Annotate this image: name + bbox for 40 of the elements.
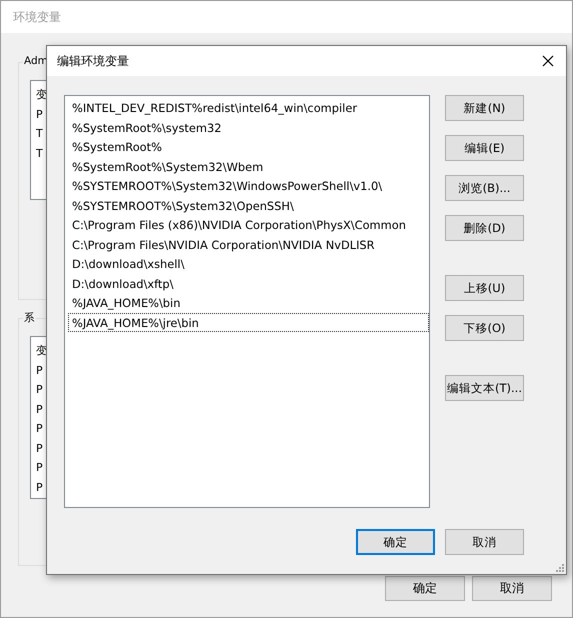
group-label: 系 <box>23 311 36 325</box>
path-item[interactable]: D:\download\xftp\ <box>68 274 429 293</box>
path-item[interactable]: D:\download\xshell\ <box>68 254 429 274</box>
path-item[interactable]: %SYSTEMROOT%\System32\WindowsPowerShell\v1.0\ <box>68 176 429 196</box>
dialog-title: 编辑环境变量 <box>57 52 129 70</box>
path-item[interactable]: %SystemRoot%\system32 <box>68 118 429 137</box>
list-item[interactable]: P <box>36 438 43 458</box>
resize-grip-icon[interactable] <box>556 564 564 572</box>
path-item[interactable]: C:\Program Files\NVIDIA Corporation\NVIDIA NvDLISR <box>68 234 429 254</box>
dialog-button[interactable]: 取消 <box>472 576 552 601</box>
list-item[interactable]: P <box>36 104 43 124</box>
column-header: 变 <box>36 87 47 103</box>
ok-button[interactable]: 确定 <box>356 529 435 555</box>
path-item[interactable]: %INTEL_DEV_REDIST%redist\intel64_win\compiler <box>68 98 429 118</box>
side-button[interactable]: 新建(N) <box>445 95 524 121</box>
side-button[interactable]: 上移(U) <box>445 275 524 301</box>
side-button[interactable]: 编辑(E) <box>445 135 524 161</box>
window-title: 环境变量 <box>1 1 572 33</box>
column-header: 变 <box>36 343 47 359</box>
side-button[interactable]: 下移(O) <box>445 315 524 341</box>
path-item[interactable]: C:\Program Files (x86)\NVIDIA Corporation\PhysX\Common <box>68 215 429 234</box>
list-item[interactable]: P <box>36 360 43 380</box>
list-item[interactable]: T <box>36 144 43 163</box>
path-item[interactable]: %JAVA_HOME%\bin <box>68 293 429 312</box>
path-item[interactable]: %SYSTEMROOT%\System32\OpenSSH\ <box>68 196 429 215</box>
list-item[interactable]: P <box>36 458 43 478</box>
cancel-button[interactable]: 取消 <box>445 529 524 555</box>
side-button[interactable]: 浏览(B)... <box>445 175 524 201</box>
side-button[interactable]: 删除(D) <box>445 215 524 241</box>
list-item[interactable]: P <box>36 400 43 419</box>
close-icon[interactable] <box>542 55 554 67</box>
list-item[interactable]: P <box>36 478 43 497</box>
path-item[interactable]: %SystemRoot%\System32\Wbem <box>68 156 429 176</box>
list-item[interactable]: P <box>36 419 43 438</box>
list-item[interactable]: P <box>36 380 43 400</box>
list-item[interactable]: T <box>36 124 43 144</box>
path-item[interactable]: %JAVA_HOME%\jre\bin <box>68 312 429 332</box>
dialog-button[interactable]: 确定 <box>385 576 465 601</box>
path-item[interactable]: %SystemRoot% <box>68 137 429 156</box>
side-button[interactable]: 编辑文本(T)... <box>445 375 524 401</box>
